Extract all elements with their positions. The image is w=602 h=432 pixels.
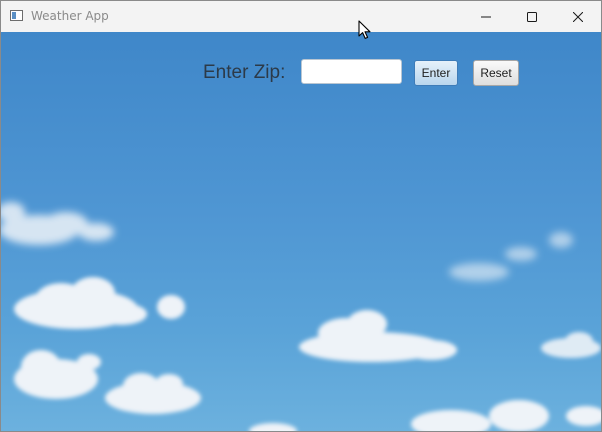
maximize-button[interactable]	[509, 1, 555, 32]
zip-input[interactable]	[301, 59, 402, 84]
mouse-cursor-icon	[358, 20, 371, 39]
close-button[interactable]	[555, 1, 601, 32]
enter-button[interactable]: Enter	[414, 60, 458, 86]
app-window: Weather App Enter Zip: Enter Reset	[0, 0, 602, 432]
clouds	[1, 202, 601, 431]
minimize-button[interactable]	[463, 1, 509, 32]
sky-background-image	[1, 202, 601, 431]
title-bar[interactable]: Weather App	[1, 1, 601, 32]
close-icon	[573, 11, 583, 22]
window-content: Enter Zip: Enter Reset	[1, 32, 601, 431]
zip-label: Enter Zip:	[203, 62, 286, 83]
app-window-icon	[10, 10, 23, 21]
maximize-icon	[527, 11, 537, 22]
window-title: Weather App	[31, 9, 109, 23]
reset-button[interactable]: Reset	[473, 60, 519, 86]
minimize-icon	[481, 16, 491, 17]
